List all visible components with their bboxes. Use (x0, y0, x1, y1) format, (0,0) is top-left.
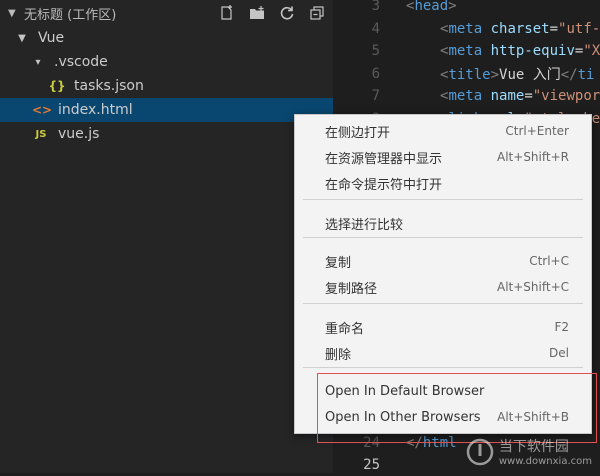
code-text: <title>Vue 入门</ti (440, 66, 595, 83)
menu-item[interactable]: 选择进行比较 (295, 211, 591, 235)
menu-item-label: 复制 (325, 255, 352, 271)
file-tree: ▼ Vue ▾ .vscode {} tasks.json <> index.html JS vu… (0, 26, 333, 146)
menu-item[interactable]: Open In Default Browser (295, 379, 591, 403)
tree-item[interactable]: JS vue.js (0, 122, 333, 146)
menu-item[interactable]: 复制路径 Alt+Shift+C (295, 275, 591, 299)
code-text: <meta charset="utf- (440, 20, 600, 37)
menu-item-label: Open In Other Browsers (325, 409, 481, 425)
menu-item-shortcut: F2 (554, 320, 569, 334)
menu-item-label: Open In Default Browser (325, 383, 485, 399)
menu-item-label: 在命令提示符中打开 (325, 177, 443, 193)
watermark-text: 当下软件园 (498, 439, 569, 455)
tree-item[interactable]: {} tasks.json (0, 74, 333, 98)
line-number: 25 (363, 457, 380, 473)
code-line: 5 <meta http-equiv="X (333, 40, 600, 62)
menu-item-label: 在侧边打开 (325, 125, 391, 141)
code-line: 3 <head> (333, 0, 457, 17)
code-text: <head> (406, 0, 457, 14)
line-number: 7 (371, 88, 380, 104)
code-line: 7 <meta name="viewpor (333, 85, 600, 107)
menu-item[interactable]: 在资源管理器中显示 Alt+Shift+R (295, 145, 591, 169)
tree-item-label: vue.js (58, 126, 100, 142)
menu-item[interactable]: 在侧边打开 Ctrl+Enter (295, 119, 591, 143)
explorer-header: ▼ 无标题 (工作区) (0, 0, 333, 26)
menu-item-label: 重命名 (325, 321, 365, 337)
menu-separator (303, 367, 583, 368)
menu-item-label: 在资源管理器中显示 (325, 151, 443, 167)
tree-item[interactable]: <> index.html (0, 98, 333, 122)
code-line: 6 <title>Vue 入门</ti (333, 63, 595, 85)
watermark-url: www.downxia.com (498, 456, 592, 467)
html-file-icon: <> (32, 103, 53, 117)
menu-item-shortcut: Ctrl+C (529, 254, 569, 268)
tree-item[interactable]: ▾ .vscode (0, 50, 333, 74)
chevron-icon[interactable]: ▼ (16, 33, 28, 44)
collapse-all-icon[interactable] (307, 3, 327, 23)
explorer-panel: ▼ 无标题 (工作区) ▼ Vue ▾ .vscode {} tasks.json <> in… (0, 0, 333, 473)
menu-item[interactable]: Open In Other Browsers Alt+Shift+B (295, 405, 591, 429)
tree-item-label: index.html (58, 102, 133, 118)
menu-separator (303, 303, 583, 304)
line-number: 4 (371, 20, 380, 37)
tree-item-label: .vscode (54, 54, 108, 70)
context-menu: 在侧边打开 Ctrl+Enter 在资源管理器中显示 Alt+Shift+R 在命令提示… (294, 114, 597, 443)
line-number: 3 (371, 0, 380, 14)
menu-item[interactable]: 删除 Del (295, 341, 591, 365)
line-number: 5 (371, 43, 380, 59)
js-file-icon: JS (35, 128, 47, 140)
menu-item-shortcut: Alt+Shift+B (497, 410, 569, 424)
workspace-title: 无标题 (工作区) (24, 7, 117, 23)
menu-item-shortcut: Ctrl+Enter (505, 124, 569, 138)
code-text: <meta name="viewpor (440, 88, 600, 104)
menu-item[interactable]: 复制 Ctrl+C (295, 249, 591, 273)
chevron-icon[interactable]: ▾ (32, 57, 44, 68)
menu-item[interactable]: 在命令提示符中打开 (295, 171, 591, 195)
menu-item-shortcut: Alt+Shift+R (497, 150, 569, 164)
code-text: <meta http-equiv="X (440, 43, 600, 59)
menu-item-shortcut: Alt+Shift+C (496, 280, 569, 294)
menu-separator (303, 237, 583, 238)
refresh-icon[interactable] (277, 3, 297, 23)
menu-item-label: 选择进行比较 (325, 217, 404, 233)
menu-item[interactable]: 重命名 F2 (295, 315, 591, 339)
watermark: 当下软件园 www.downxia.com (465, 436, 592, 467)
menu-item-label: 删除 (325, 347, 352, 363)
menu-separator (303, 199, 583, 200)
line-number: 6 (371, 65, 380, 82)
new-folder-icon[interactable] (247, 3, 267, 23)
menu-item-label: 复制路径 (325, 281, 378, 297)
watermark-logo-icon (466, 438, 494, 465)
json-file-icon: {} (48, 79, 66, 93)
tree-item-label: Vue (38, 30, 65, 46)
code-line: 4 <meta charset="utf- (333, 18, 600, 40)
new-file-icon[interactable] (217, 3, 237, 23)
collapse-workspace-icon[interactable]: ▼ (8, 8, 18, 19)
menu-item-shortcut: Del (549, 346, 569, 360)
tree-item-label: tasks.json (74, 78, 144, 94)
tree-item[interactable]: ▼ Vue (0, 26, 333, 50)
